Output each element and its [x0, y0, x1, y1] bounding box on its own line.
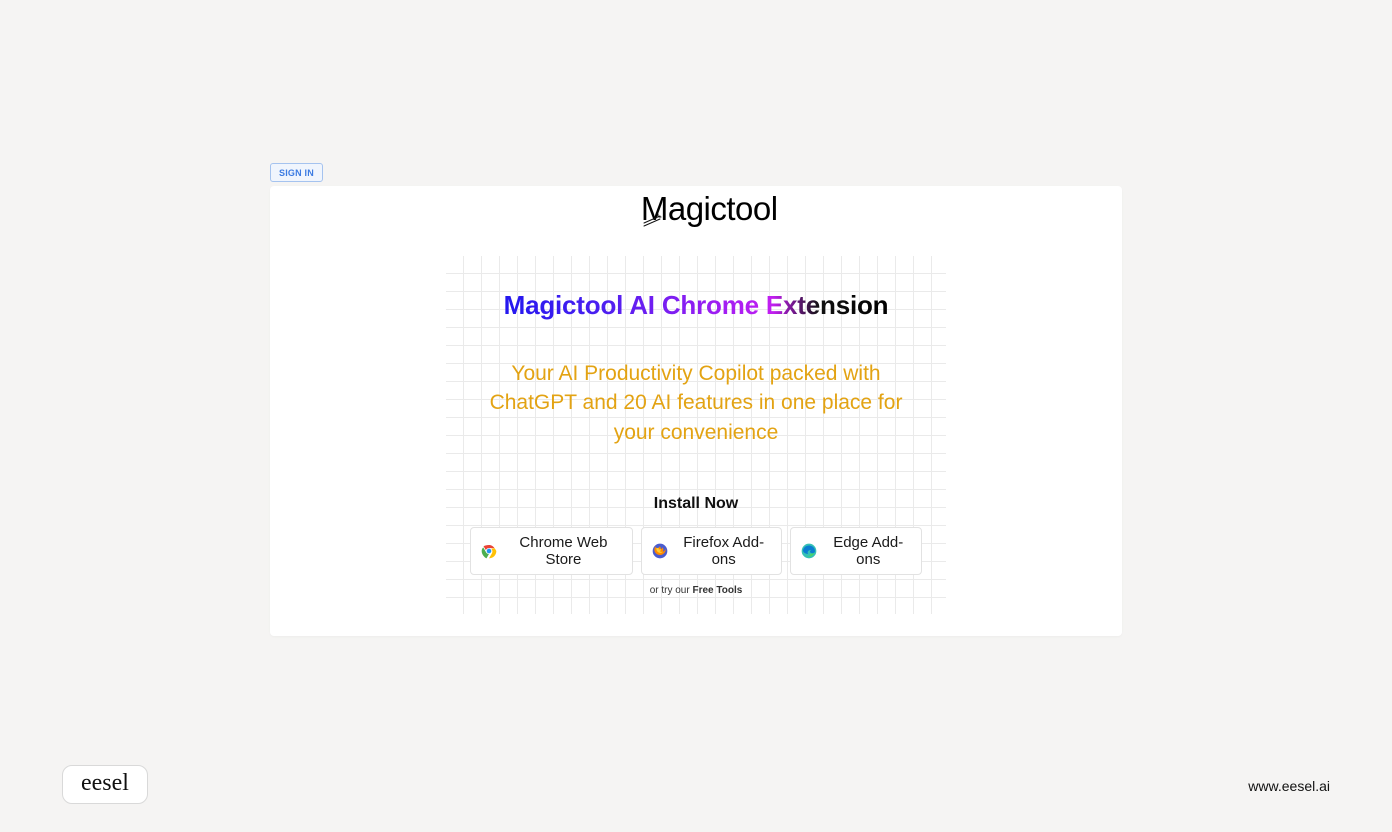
- firefox-addons-button[interactable]: Firefox Add-ons: [641, 527, 783, 575]
- brand-logo: Magictool: [270, 190, 1122, 228]
- chrome-store-label: Chrome Web Store: [505, 534, 622, 568]
- install-heading: Install Now: [470, 495, 922, 513]
- content-column: SIGN IN Magictool Magictool AI Chrome Ex…: [270, 163, 1122, 636]
- chrome-icon: [481, 543, 497, 559]
- try-prefix: or try our: [650, 585, 693, 596]
- firefox-store-label: Firefox Add-ons: [676, 534, 772, 568]
- free-tools-line: or try our Free Tools: [470, 585, 922, 596]
- eesel-url: www.eesel.ai: [1248, 778, 1330, 794]
- free-tools-link[interactable]: Free Tools: [692, 585, 742, 596]
- hero-headline: Magictool AI Chrome Extension: [504, 290, 889, 321]
- edge-icon: [801, 543, 817, 559]
- chrome-web-store-button[interactable]: Chrome Web Store: [470, 527, 633, 575]
- edge-addons-button[interactable]: Edge Add-ons: [790, 527, 922, 575]
- hero-subheadline: Your AI Productivity Copilot packed with…: [470, 359, 922, 447]
- sign-in-button[interactable]: SIGN IN: [270, 163, 323, 182]
- edge-store-label: Edge Add-ons: [825, 534, 911, 568]
- hero-panel: Magictool AI Chrome Extension Your AI Pr…: [446, 256, 946, 614]
- store-buttons-row: Chrome Web Store Firefox Add-ons: [470, 527, 922, 575]
- magic-wand-icon: [641, 212, 663, 234]
- eesel-badge[interactable]: eesel: [62, 765, 148, 804]
- hero-card: Magictool Magictool AI Chrome Extension …: [270, 186, 1122, 636]
- firefox-icon: [652, 543, 668, 559]
